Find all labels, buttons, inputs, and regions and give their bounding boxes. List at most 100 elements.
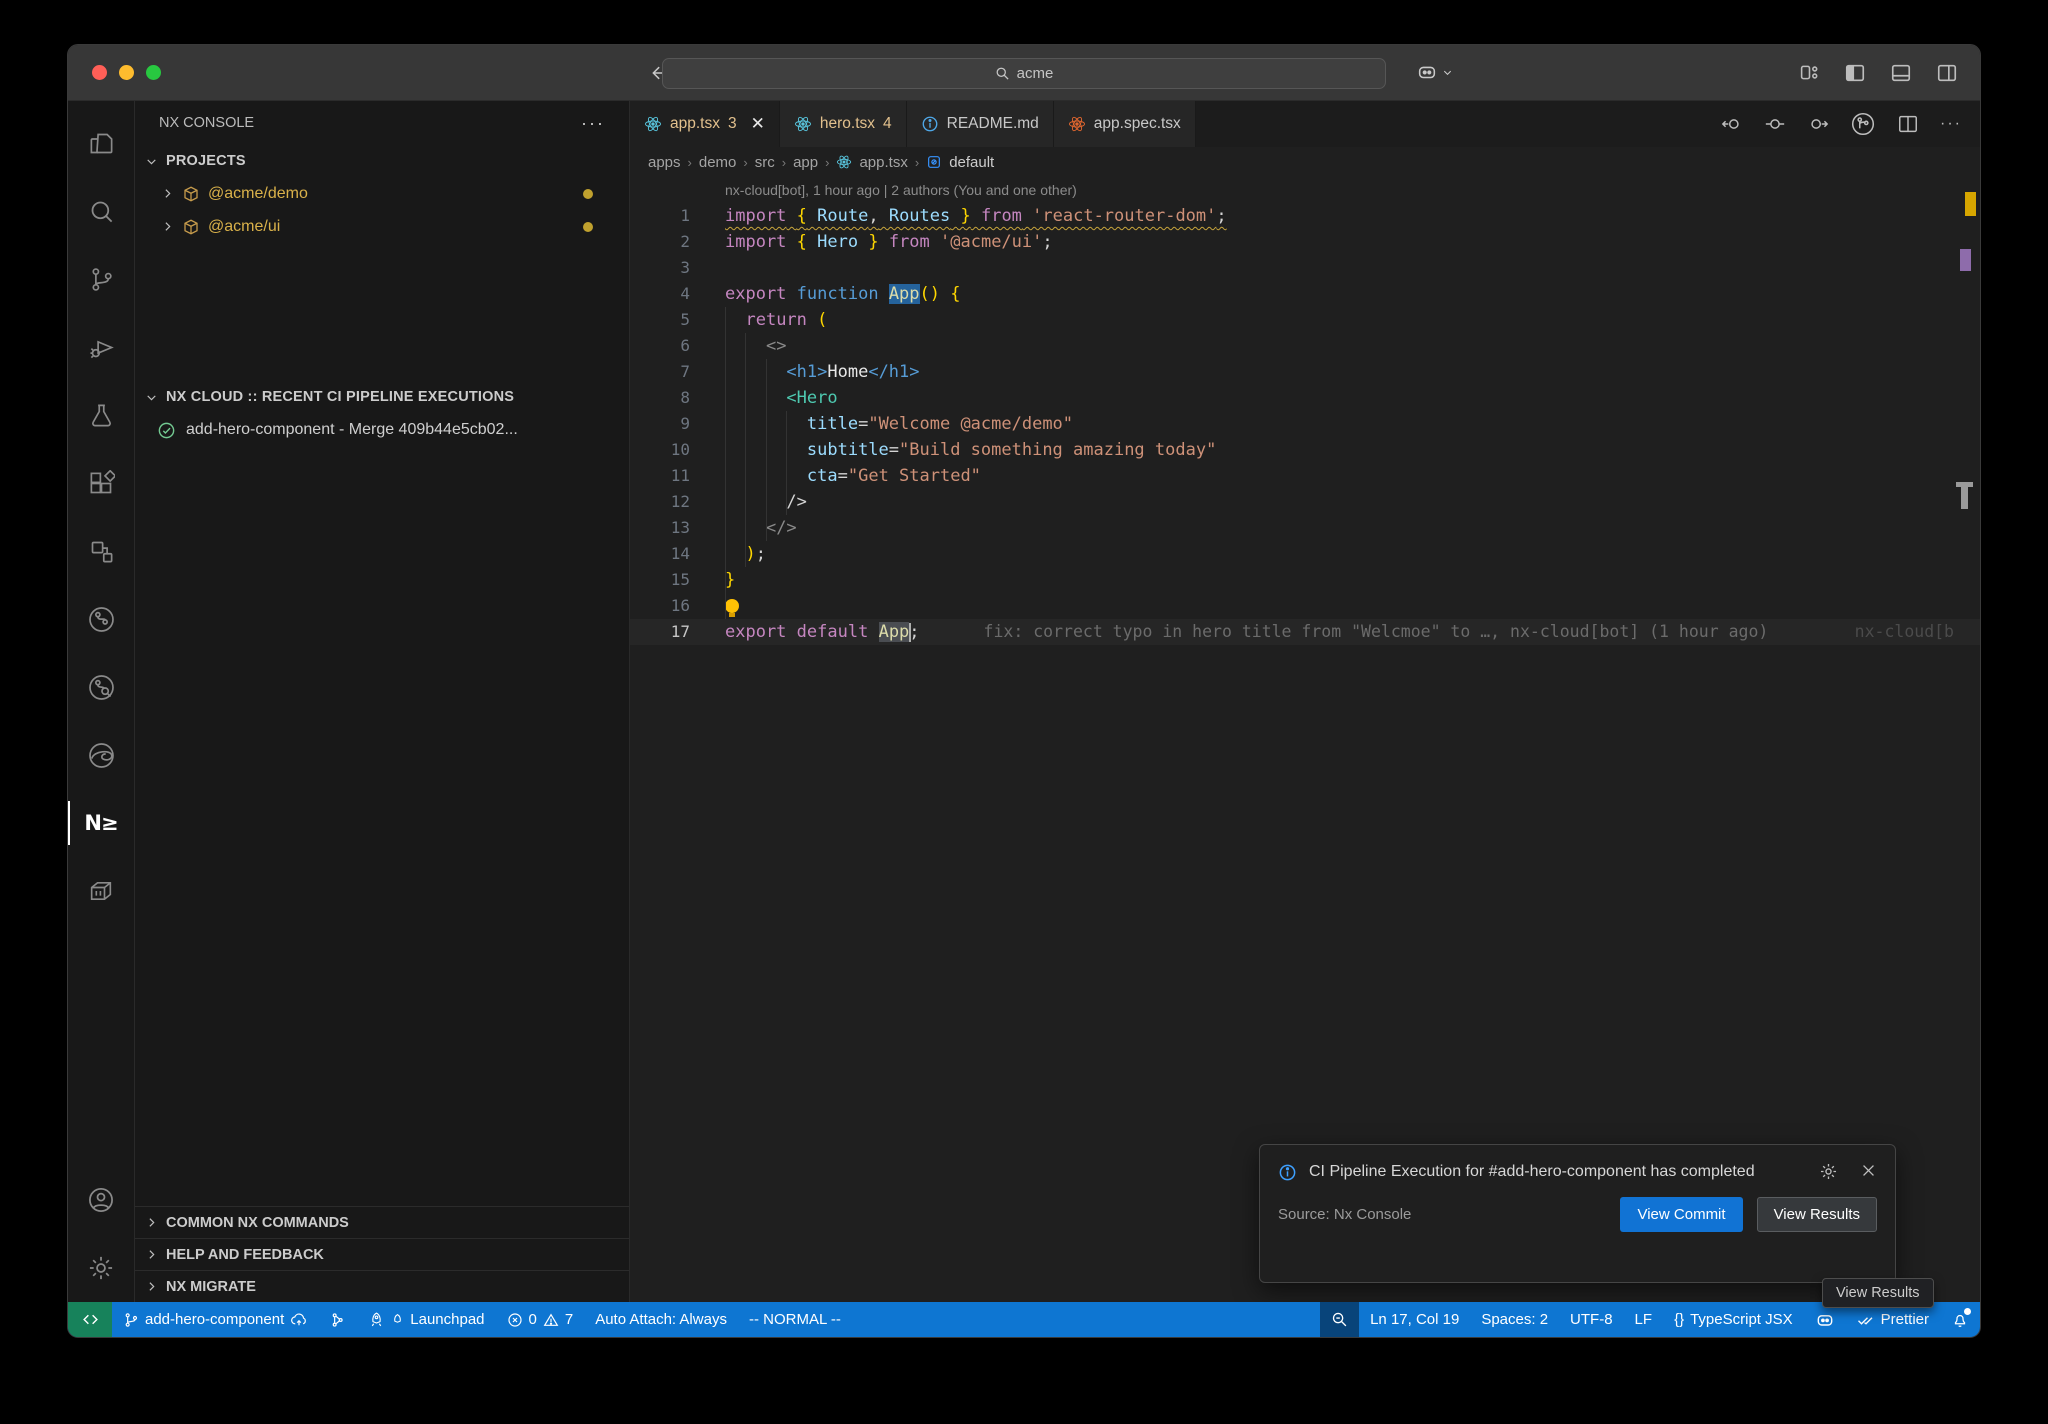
breadcrumb-item[interactable]: app [793, 154, 818, 171]
gitlens-icon[interactable] [68, 585, 135, 653]
close-icon[interactable]: ✕ [751, 114, 765, 134]
code-line[interactable]: 17export default App;fix: correct typo i… [630, 619, 1980, 645]
code-line[interactable]: 7 <h1>Home</h1> [630, 359, 1980, 385]
settings-gear-icon[interactable] [68, 1234, 135, 1302]
nx-cloud-section-header[interactable]: NX CLOUD :: RECENT CI PIPELINE EXECUTION… [135, 381, 629, 413]
code-line[interactable]: 13 </> [630, 515, 1980, 541]
zoom-indicator[interactable] [1320, 1302, 1359, 1337]
view-results-button[interactable]: View Results [1757, 1197, 1877, 1232]
view-commit-button[interactable]: View Commit [1620, 1197, 1742, 1232]
notification-close-icon[interactable] [1860, 1162, 1877, 1179]
gitlens-inspect-icon[interactable] [68, 653, 135, 721]
go-back-icon[interactable] [1721, 113, 1743, 135]
line-number[interactable]: 2 [630, 229, 690, 255]
cursor-position-item[interactable]: Ln 17, Col 19 [1359, 1302, 1470, 1337]
notifications-bell-item[interactable] [1940, 1302, 1980, 1337]
code-editor[interactable]: nx-cloud[bot], 1 hour ago | 2 authors (Y… [630, 177, 1980, 1302]
line-number[interactable]: 11 [630, 463, 690, 489]
projects-section-header[interactable]: PROJECTS [135, 145, 629, 177]
eol-item[interactable]: LF [1624, 1302, 1664, 1337]
more-actions-icon[interactable]: ··· [1940, 115, 1962, 133]
maximize-window-button[interactable] [146, 65, 161, 80]
indentation-item[interactable]: Spaces: 2 [1470, 1302, 1559, 1337]
git-graph-item[interactable] [319, 1302, 357, 1337]
code-line[interactable]: 1import { Route, Routes } from 'react-ro… [630, 203, 1980, 229]
go-forward-icon[interactable] [1807, 113, 1829, 135]
code-line[interactable]: 14 ); [630, 541, 1980, 567]
line-number[interactable]: 3 [630, 255, 690, 281]
pipeline-execution-item[interactable]: add-hero-component - Merge 409b44e5cb02.… [135, 413, 629, 447]
nx-console-icon[interactable]: N≥ [68, 789, 135, 857]
line-number[interactable]: 16 [630, 593, 690, 619]
breadcrumb-item[interactable]: apps [648, 154, 681, 171]
line-number[interactable]: 10 [630, 437, 690, 463]
more-actions-icon[interactable]: ··· [581, 113, 605, 134]
line-number[interactable]: 14 [630, 541, 690, 567]
notification-settings-gear-icon[interactable] [1819, 1162, 1838, 1181]
current-position-icon[interactable] [1764, 113, 1786, 135]
line-number[interactable]: 6 [630, 333, 690, 359]
command-center-search[interactable]: acme [662, 58, 1386, 89]
extensions-icon[interactable] [68, 449, 135, 517]
line-number[interactable]: 1 [630, 203, 690, 229]
problems-item[interactable]: 0 7 [496, 1302, 585, 1337]
line-number[interactable]: 9 [630, 411, 690, 437]
tab-app-tsx[interactable]: app.tsx 3 ✕ [630, 101, 780, 147]
code-line[interactable]: 11 cta="Get Started" [630, 463, 1980, 489]
code-line[interactable]: 15} [630, 567, 1980, 593]
code-line[interactable]: 5 return ( [630, 307, 1980, 333]
breadcrumb-item[interactable]: demo [699, 154, 737, 171]
line-number[interactable]: 7 [630, 359, 690, 385]
project-item-acme-ui[interactable]: @acme/ui [135, 210, 629, 243]
section-common-nx-commands[interactable]: COMMON NX COMMANDS [135, 1206, 629, 1238]
auto-attach-item[interactable]: Auto Attach: Always [584, 1302, 738, 1337]
tab-hero-tsx[interactable]: hero.tsx 4 [780, 101, 907, 147]
line-number[interactable]: 17 [630, 619, 690, 645]
minimize-window-button[interactable] [119, 65, 134, 80]
section-help-and-feedback[interactable]: HELP AND FEEDBACK [135, 1238, 629, 1270]
code-line[interactable]: 2import { Hero } from '@acme/ui'; [630, 229, 1980, 255]
breadcrumb-item[interactable]: src [755, 154, 775, 171]
code-line[interactable]: 3 [630, 255, 1980, 281]
customize-layout-icon[interactable] [1799, 62, 1820, 84]
project-graph-icon[interactable] [68, 517, 135, 585]
source-control-icon[interactable] [68, 245, 135, 313]
copilot-menu[interactable] [1416, 61, 1453, 83]
edge-tools-icon[interactable] [68, 721, 135, 789]
line-number[interactable]: 8 [630, 385, 690, 411]
accounts-icon[interactable] [68, 1166, 135, 1234]
tab-readme-md[interactable]: README.md [907, 101, 1054, 147]
git-branch-item[interactable]: add-hero-component [112, 1302, 319, 1337]
section-nx-migrate[interactable]: NX MIGRATE [135, 1270, 629, 1302]
codelens-blame[interactable]: nx-cloud[bot], 1 hour ago | 2 authors (Y… [630, 177, 1980, 203]
explorer-icon[interactable] [68, 109, 135, 177]
containers-icon[interactable] [68, 857, 135, 925]
line-number[interactable]: 5 [630, 307, 690, 333]
project-item-acme-demo[interactable]: @acme/demo [135, 177, 629, 210]
remote-indicator[interactable] [68, 1302, 112, 1337]
split-editor-icon[interactable] [1897, 113, 1919, 135]
run-or-debug-icon[interactable] [1850, 111, 1876, 137]
code-line[interactable]: 4export function App() { [630, 281, 1980, 307]
line-number[interactable]: 13 [630, 515, 690, 541]
launchpad-item[interactable]: Launchpad [357, 1302, 495, 1337]
language-mode-item[interactable]: {} TypeScript JSX [1663, 1302, 1804, 1337]
breadcrumb-item[interactable]: app.tsx [859, 154, 907, 171]
line-number[interactable]: 12 [630, 489, 690, 515]
vim-mode-item[interactable]: -- NORMAL -- [738, 1302, 852, 1337]
line-number[interactable]: 15 [630, 567, 690, 593]
toggle-panel-icon[interactable] [1890, 62, 1912, 84]
code-line[interactable]: 16 [630, 593, 1980, 619]
encoding-item[interactable]: UTF-8 [1559, 1302, 1624, 1337]
breadcrumb-item[interactable]: default [949, 154, 994, 171]
testing-icon[interactable] [68, 381, 135, 449]
line-number[interactable]: 4 [630, 281, 690, 307]
close-window-button[interactable] [92, 65, 107, 80]
toggle-primary-sidebar-icon[interactable] [1844, 62, 1866, 84]
tab-app-spec-tsx[interactable]: app.spec.tsx [1054, 101, 1196, 147]
code-line[interactable]: 9 title="Welcome @acme/demo" [630, 411, 1980, 437]
run-and-debug-icon[interactable] [68, 313, 135, 381]
code-line[interactable]: 10 subtitle="Build something amazing tod… [630, 437, 1980, 463]
code-line[interactable]: 12 /> [630, 489, 1980, 515]
code-line[interactable]: 6 <> [630, 333, 1980, 359]
